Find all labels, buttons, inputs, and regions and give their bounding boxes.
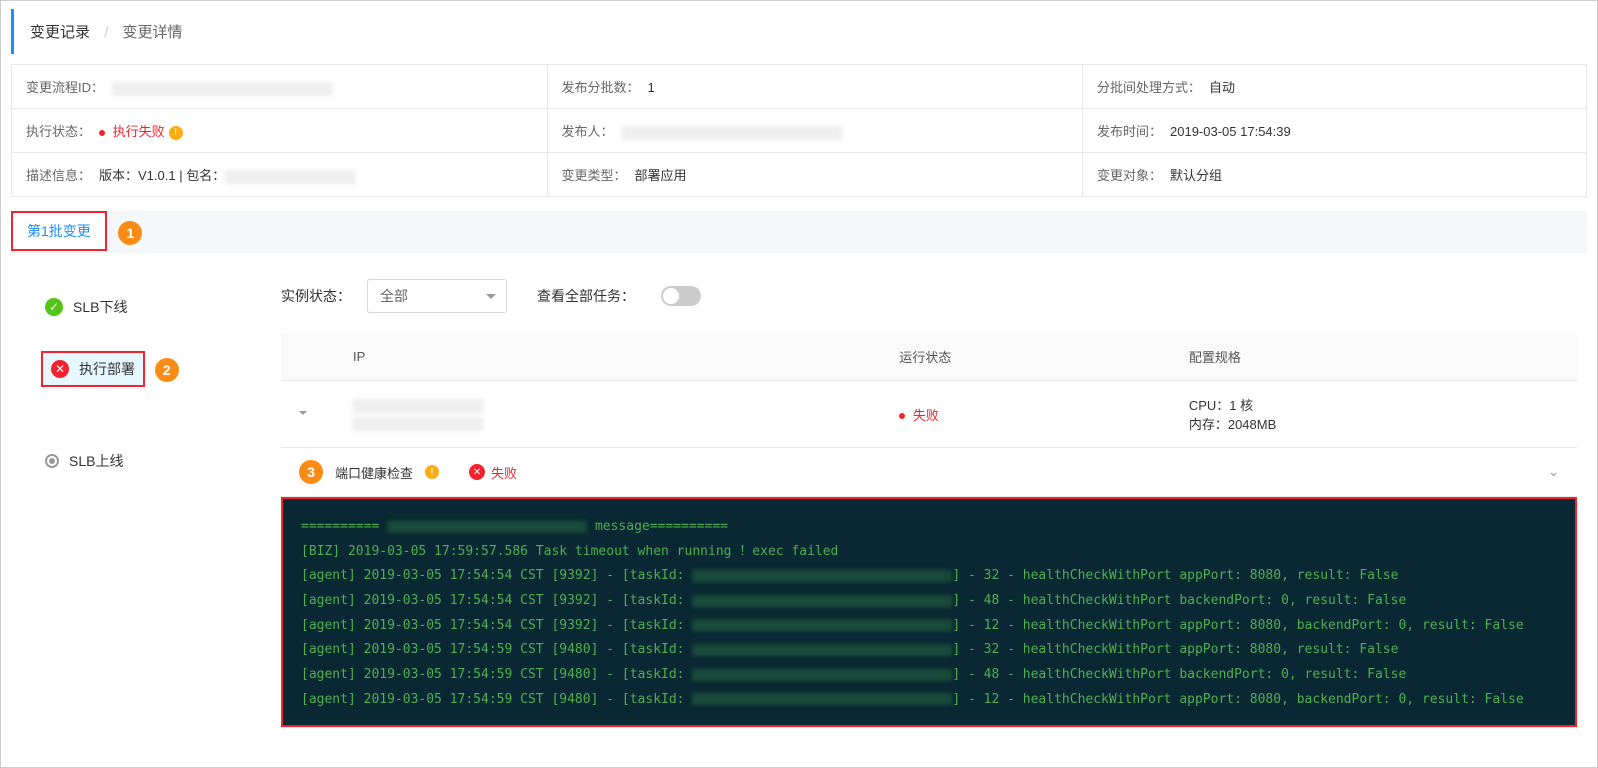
label-view-all-tasks: 查看全部任务： [537, 286, 635, 306]
breadcrumb: 变更记录 / 变更详情 [11, 9, 1587, 54]
breadcrumb-change-detail: 变更详情 [123, 24, 183, 41]
cell-spec-cpu: CPU：1 核 [1189, 395, 1559, 414]
step-slb-online[interactable]: SLB上线 [41, 447, 271, 475]
cell-ip-redacted-2 [353, 417, 483, 431]
cell-spec-mem: 内存：2048MB [1189, 414, 1559, 433]
label-change-type: 变更类型： [562, 168, 627, 183]
step-slb-offline[interactable]: ✓ SLB下线 [41, 293, 271, 321]
label-publisher: 发布人： [562, 124, 614, 139]
value-change-target: 默认分组 [1170, 168, 1222, 183]
label-change-id: 变更流程ID： [26, 80, 104, 95]
step-label: SLB下线 [73, 297, 127, 317]
step-label: 执行部署 [79, 359, 135, 379]
cell-run-status: 失败 [913, 408, 939, 423]
value-publish-time: 2019-03-05 17:54:39 [1170, 124, 1291, 139]
info-table: 变更流程ID： 发布分批数： 1 分批间处理方式： 自动 执行状态： 执行失败! 发… [11, 64, 1587, 197]
step-label: SLB上线 [69, 451, 123, 471]
label-exec-status: 执行状态： [26, 124, 91, 139]
health-check-row[interactable]: 3 端口健康检查 ! ✕ 失败 ⌄ [281, 448, 1577, 497]
annotation-2: 2 [155, 358, 179, 382]
breadcrumb-change-log[interactable]: 变更记录 [30, 24, 90, 41]
value-batch-count: 1 [648, 80, 655, 95]
label-batch-mode: 分批间处理方式： [1097, 80, 1201, 95]
health-check-status: 失败 [491, 463, 517, 482]
close-icon: ✕ [469, 464, 485, 480]
label-publish-time: 发布时间： [1097, 124, 1162, 139]
label-desc: 描述信息： [26, 168, 91, 183]
expand-icon[interactable] [299, 411, 307, 419]
close-icon: ✕ [51, 360, 69, 378]
value-change-type: 部署应用 [635, 168, 687, 183]
select-value: 全部 [380, 286, 408, 306]
value-exec-status: 执行失败 [113, 124, 165, 139]
col-run-status: 运行状态 [881, 333, 1171, 381]
instance-table: IP 运行状态 配置规格 失败 CPU：1 核内存：2048MB [281, 333, 1577, 728]
table-row[interactable]: 失败 CPU：1 核内存：2048MB [281, 381, 1577, 448]
health-check-title: 端口健康检查 [335, 463, 413, 482]
step-list: ✓ SLB下线 ✕ 执行部署 2 SLB上线 [11, 263, 271, 728]
annotation-1: 1 [118, 221, 142, 245]
annotation-3: 3 [299, 460, 323, 484]
status-dot-icon [899, 413, 905, 419]
label-instance-state: 实例状态： [281, 286, 351, 306]
value-desc-redacted [225, 170, 355, 184]
col-ip: IP [335, 333, 881, 381]
value-batch-mode: 自动 [1209, 80, 1235, 95]
pending-icon [45, 454, 59, 468]
tab-batch-1[interactable]: 第1批变更 [11, 211, 107, 251]
warning-icon: ! [425, 465, 439, 479]
label-change-target: 变更对象： [1097, 168, 1162, 183]
col-spec: 配置规格 [1171, 333, 1577, 381]
status-dot-icon [99, 130, 105, 136]
warning-icon[interactable]: ! [169, 126, 183, 140]
console-log: ========== message========== [BIZ] 2019-… [281, 497, 1577, 727]
select-instance-state[interactable]: 全部 [367, 279, 507, 313]
value-publisher-redacted [622, 126, 842, 140]
check-icon: ✓ [45, 298, 63, 316]
label-batch-count: 发布分批数： [562, 80, 640, 95]
toggle-view-all-tasks[interactable] [661, 286, 701, 306]
breadcrumb-separator: / [94, 24, 118, 41]
chevron-down-icon[interactable]: ⌄ [1548, 464, 1559, 480]
value-change-id-redacted [112, 82, 332, 96]
cell-ip-redacted [353, 399, 483, 413]
value-desc-prefix: 版本：V1.0.1 | 包名： [99, 168, 225, 183]
step-execute-deploy[interactable]: ✕ 执行部署 [41, 351, 145, 387]
